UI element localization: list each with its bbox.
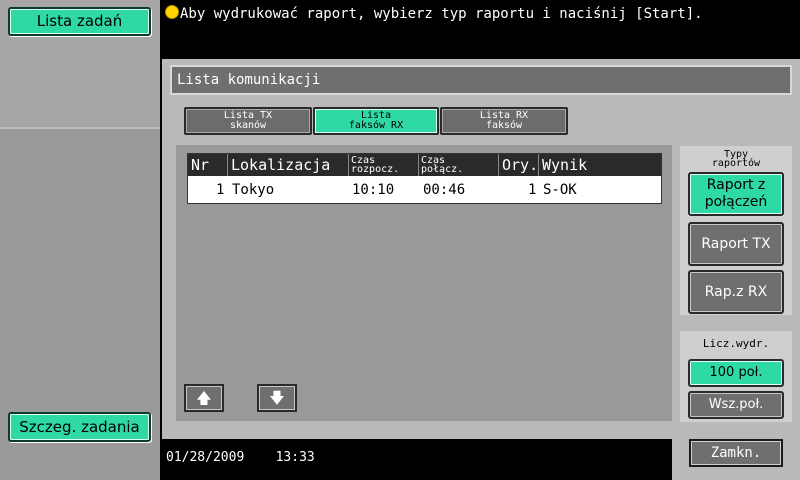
connection-report-line1: Raport z <box>706 177 766 193</box>
tab-label-line2: skanów <box>229 120 267 131</box>
print-all-button[interactable]: Wsz.poł. <box>688 391 784 419</box>
datetime-display: 01/28/2009 13:33 <box>166 450 315 465</box>
report-types-heading: Typy raportów <box>680 150 792 169</box>
left-column <box>0 0 160 480</box>
date-display: 01/28/2009 <box>166 450 245 465</box>
connection-report-button[interactable]: Raport z połączeń <box>688 172 784 216</box>
col-conn-time: Czas połącz. <box>419 154 499 176</box>
tab-tx-scan-list[interactable]: Lista TX skanów <box>184 107 312 135</box>
time-display: 13:33 <box>275 450 315 465</box>
scroll-down-button[interactable]: 🡇 <box>257 384 297 412</box>
job-details-button[interactable]: Szczeg. zadania <box>8 412 151 442</box>
arrow-down-icon: 🡇 <box>269 389 285 407</box>
table-header: Nr Lokalizacja Czas rozpocz. Czas połącz… <box>188 154 661 176</box>
print-100-button[interactable]: 100 poł. <box>688 359 784 387</box>
communication-table: Nr Lokalizacja Czas rozpocz. Czas połącz… <box>187 153 662 204</box>
row-result: S-OK <box>543 182 577 198</box>
scroll-up-button[interactable]: 🡅 <box>184 384 224 412</box>
col-result: Wynik <box>542 156 588 174</box>
col-originals: Ory. <box>499 154 539 176</box>
connection-report-line2: połączeń <box>704 194 768 210</box>
col-start-time: Czas rozpocz. <box>349 154 419 176</box>
col-location: Lokalizacja <box>228 154 349 176</box>
row-location: Tokyo <box>232 182 275 198</box>
instruction-message: Aby wydrukować raport, wybierz typ rapor… <box>166 6 703 22</box>
rx-report-button[interactable]: Rap.z RX <box>688 270 784 314</box>
tab-rx-fax-list-2[interactable]: Lista RX faksów <box>440 107 568 135</box>
arrow-up-icon: 🡅 <box>196 389 212 407</box>
tx-report-button[interactable]: Raport TX <box>688 222 784 266</box>
row-originals: 1 <box>528 182 537 198</box>
col-conn-line2: połącz. <box>421 164 464 175</box>
close-button[interactable]: Zamkn. <box>689 439 783 467</box>
report-types-line2: raportów <box>711 158 761 169</box>
copies-heading: Licz.wydr. <box>702 337 770 350</box>
col-start-line2: rozpocz. <box>351 164 400 175</box>
col-nr: Nr <box>188 154 228 176</box>
tab-rx-fax-list[interactable]: Lista faksów RX <box>313 107 439 135</box>
panel-title: Lista komunikacji <box>170 65 792 95</box>
tab-label-line2: faksów <box>485 120 523 131</box>
copies-group: Licz.wydr. 100 poł. Wsz.poł. <box>680 331 792 422</box>
row-conn: 00:46 <box>423 182 466 198</box>
report-type-group: Typy raportów Raport z połączeń Raport T… <box>680 146 792 315</box>
tab-label-line2: faksów RX <box>348 120 404 131</box>
job-list-button[interactable]: Lista zadań <box>8 7 151 36</box>
row-nr: 1 <box>216 182 225 198</box>
lightbulb-icon <box>166 6 178 18</box>
instruction-text: Aby wydrukować raport, wybierz typ rapor… <box>180 6 703 22</box>
row-start: 10:10 <box>352 182 395 198</box>
